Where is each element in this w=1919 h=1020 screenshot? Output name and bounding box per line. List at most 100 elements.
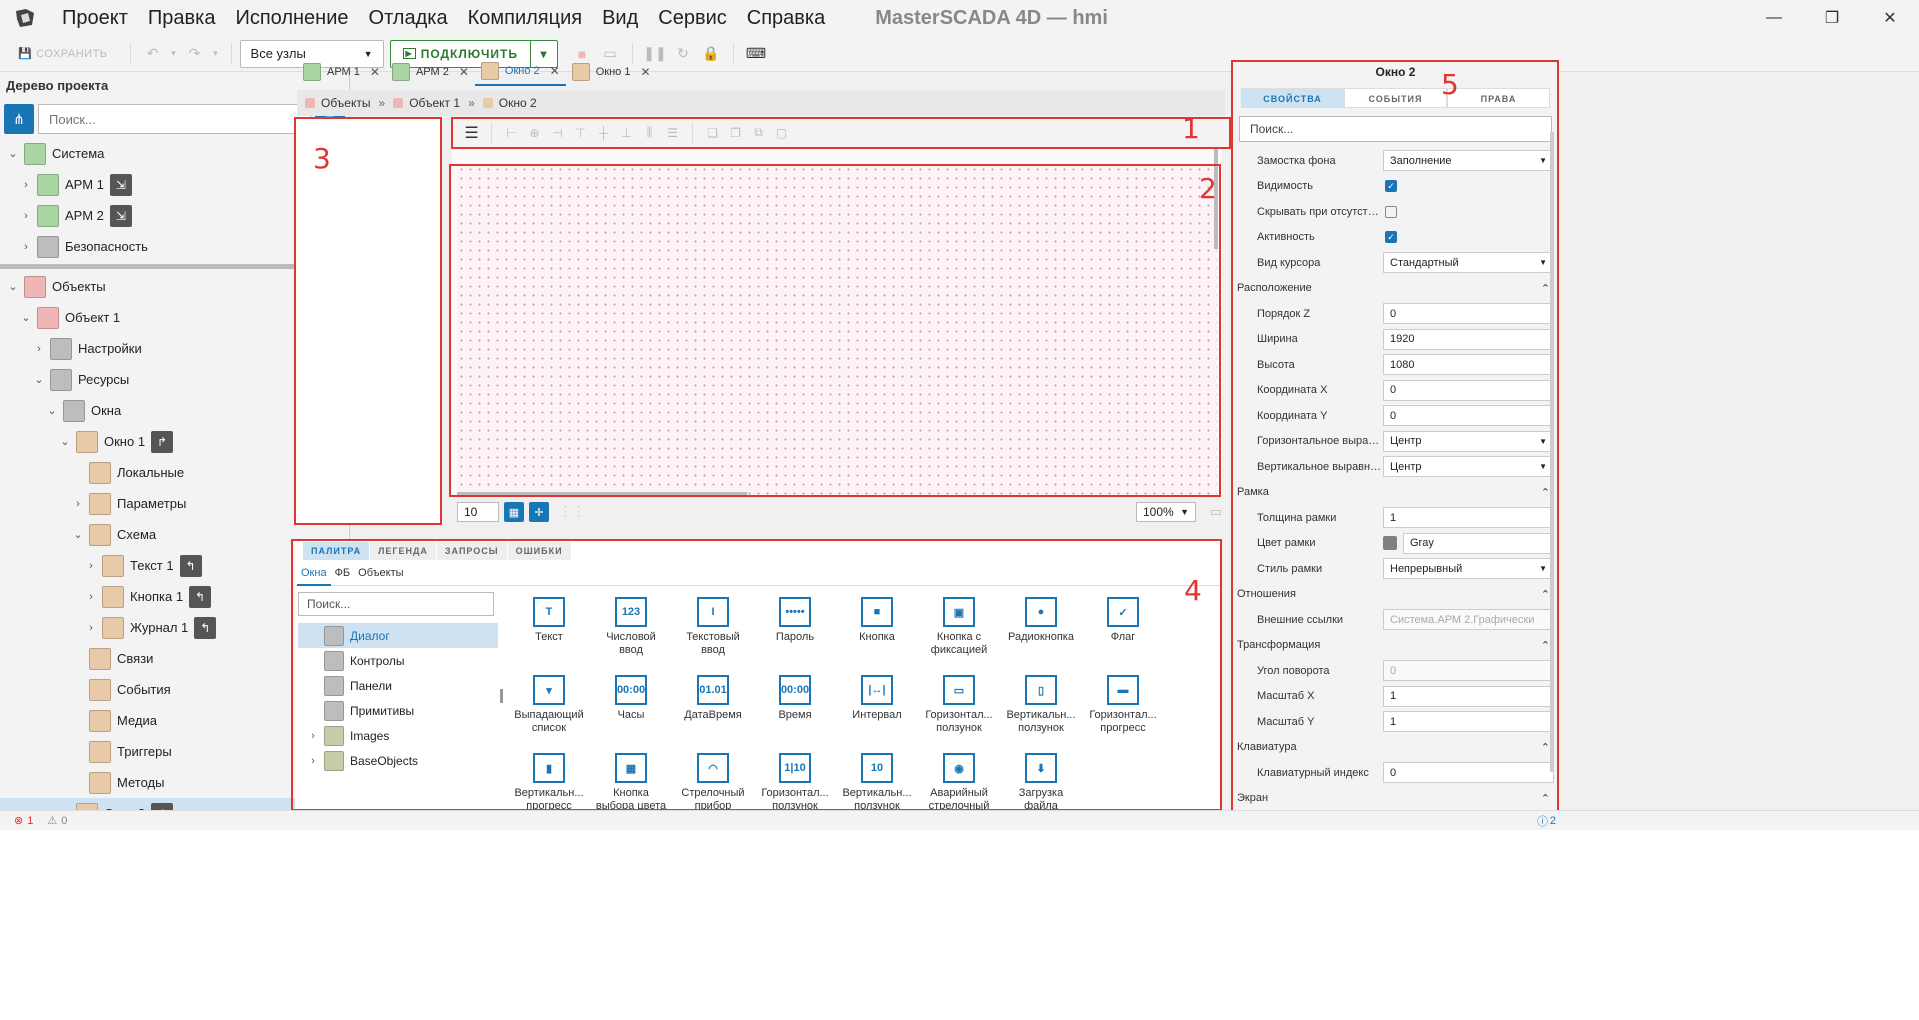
tree-item-label: Окна xyxy=(91,403,122,418)
chevron-down-icon[interactable]: ⌄ xyxy=(32,373,46,386)
terminal-icon[interactable]: ⌨ xyxy=(742,45,770,62)
annotation-number-5: 5 xyxy=(1441,68,1459,101)
node-icon xyxy=(89,523,111,546)
link-icon[interactable]: ⇲ xyxy=(109,204,132,227)
lock-icon[interactable]: 🔒 xyxy=(697,45,725,62)
link-icon[interactable]: ↰ xyxy=(189,585,212,608)
tree-item-label: АРМ 1 xyxy=(65,177,104,192)
toolbar-divider xyxy=(230,42,232,65)
link-icon[interactable]: ↰ xyxy=(179,554,202,577)
link-icon[interactable]: ↰ xyxy=(194,616,217,639)
desktop-background xyxy=(0,830,1919,1020)
annotation-box-4 xyxy=(291,539,1222,811)
zoom-select[interactable]: 100% ▼ xyxy=(1136,502,1196,522)
close-icon[interactable]: ✕ xyxy=(640,65,650,79)
chevron-down-icon[interactable]: ⌄ xyxy=(6,280,20,293)
error-count: 1 xyxy=(27,814,34,827)
undo-icon[interactable]: ↶ xyxy=(139,45,167,62)
ruler-icon[interactable]: ⋮⋮ xyxy=(559,504,585,520)
error-icon[interactable]: ⊗ xyxy=(14,814,23,827)
annotation-number-2: 2 xyxy=(1199,172,1217,205)
window-icon xyxy=(571,63,590,81)
chevron-down-icon[interactable]: ⌄ xyxy=(58,435,72,448)
chevron-right-icon[interactable]: › xyxy=(71,498,85,510)
doc-tab[interactable]: Окно 2 ✕ xyxy=(474,58,566,86)
menu-item-2[interactable]: Исполнение xyxy=(225,0,358,36)
tree-view-icon[interactable]: ⋔ xyxy=(4,104,34,134)
save-icon: 💾 xyxy=(18,48,33,60)
window-icon xyxy=(480,62,499,80)
close-icon[interactable]: ✕ xyxy=(459,65,469,79)
chevron-right-icon[interactable]: › xyxy=(19,241,33,253)
close-icon[interactable]: ✕ xyxy=(1861,0,1919,36)
tree-item-label: Объект 1 xyxy=(65,310,121,325)
chevron-right-icon[interactable]: › xyxy=(84,622,98,634)
menu-item-5[interactable]: Вид xyxy=(592,0,648,36)
breadcrumb-item[interactable]: Окно 2 xyxy=(499,96,537,110)
chevron-down-icon[interactable]: ⌄ xyxy=(71,528,85,541)
link-icon[interactable]: ↱ xyxy=(151,430,174,453)
tree-item-label: Окно 1 xyxy=(104,434,146,449)
warning-icon[interactable]: ⚠ xyxy=(47,814,57,827)
menu-item-1[interactable]: Правка xyxy=(138,0,226,36)
tree-item-label: Настройки xyxy=(78,341,142,356)
maximize-icon[interactable]: ❐ xyxy=(1803,0,1861,36)
node-icon xyxy=(305,98,315,108)
step-icon[interactable]: ↻ xyxy=(669,45,697,62)
close-icon[interactable]: ✕ xyxy=(370,65,380,79)
grid-step-input[interactable]: 10 xyxy=(457,502,499,522)
info-icon[interactable]: ⓘ xyxy=(1537,813,1548,829)
node-icon xyxy=(24,275,46,298)
chevron-right-icon[interactable]: › xyxy=(19,210,33,222)
save-label: СОХРАНИТЬ xyxy=(36,47,108,60)
chevron-right-icon[interactable]: › xyxy=(84,591,98,603)
node-icon xyxy=(393,98,404,108)
status-bar: ⊗ 1 ⚠ 0 ⓘ 2 xyxy=(0,810,1919,830)
main-toolbar: 💾 СОХРАНИТЬ ↶ ▾ ↷ ▾ Все узлы ▼ ▶ ПОДКЛЮЧ… xyxy=(0,36,1919,72)
title-bar: Проект Правка Исполнение Отладка Компиляция В… xyxy=(0,0,1919,36)
chevron-down-icon[interactable]: ⌄ xyxy=(19,311,33,324)
menu-item-6[interactable]: Сервис xyxy=(648,0,737,36)
chevron-down-icon[interactable]: ⌄ xyxy=(45,404,59,417)
chevron-right-icon[interactable]: › xyxy=(19,179,33,191)
doc-tab[interactable]: АРМ 2 ✕ xyxy=(386,58,475,86)
annotation-number-1: 1 xyxy=(1182,112,1200,145)
breadcrumb: Объекты » Объект 1 » Окно 2 xyxy=(297,90,1225,116)
link-icon[interactable]: ⇲ xyxy=(109,173,132,196)
node-icon xyxy=(37,235,59,258)
tree-search-input[interactable] xyxy=(38,104,311,134)
menu-item-7[interactable]: Справка xyxy=(737,0,835,36)
doc-tab-label: АРМ 1 xyxy=(327,66,360,78)
save-button[interactable]: 💾 СОХРАНИТЬ xyxy=(18,47,108,61)
node-icon xyxy=(89,647,111,670)
node-icon xyxy=(63,399,85,422)
grid-toggle-icon[interactable]: ▦ xyxy=(504,502,524,522)
snap-toggle-icon[interactable]: ✛ xyxy=(529,502,549,522)
minimize-icon[interactable]: — xyxy=(1745,0,1803,36)
chevron-down-icon[interactable]: ⌄ xyxy=(6,147,20,160)
minimap-icon[interactable]: ▭ xyxy=(1210,504,1222,520)
close-icon[interactable]: ✕ xyxy=(550,64,560,78)
tree-item-label: Кнопка 1 xyxy=(130,589,184,604)
breadcrumb-item[interactable]: Объект 1 xyxy=(409,96,460,110)
node-icon xyxy=(102,554,124,577)
toolbar-divider xyxy=(733,42,735,65)
document-tabs: АРМ 1 ✕ АРМ 2 ✕ Окно 2 ✕ Окно 1 ✕ xyxy=(297,58,657,86)
breadcrumb-item[interactable]: Объекты xyxy=(321,96,371,110)
menu-item-4[interactable]: Компиляция xyxy=(458,0,592,36)
tree-item-label: Схема xyxy=(117,527,157,542)
doc-tab[interactable]: Окно 1 ✕ xyxy=(566,58,657,86)
redo-dropdown-icon[interactable]: ▾ xyxy=(209,48,223,59)
menu-item-3[interactable]: Отладка xyxy=(359,0,458,36)
warning-count: 0 xyxy=(61,814,68,827)
chevron-right-icon[interactable]: › xyxy=(84,560,98,572)
doc-tab[interactable]: АРМ 1 ✕ xyxy=(297,58,386,86)
undo-dropdown-icon[interactable]: ▾ xyxy=(167,48,181,59)
breadcrumb-separator: » xyxy=(468,96,475,110)
menu-item-0[interactable]: Проект xyxy=(52,0,138,36)
grid-step-value: 10 xyxy=(464,505,478,519)
chevron-right-icon[interactable]: › xyxy=(32,343,46,355)
chevron-down-icon: ▼ xyxy=(363,48,373,59)
redo-icon[interactable]: ↷ xyxy=(181,45,209,62)
annotation-box-5 xyxy=(1231,60,1559,812)
